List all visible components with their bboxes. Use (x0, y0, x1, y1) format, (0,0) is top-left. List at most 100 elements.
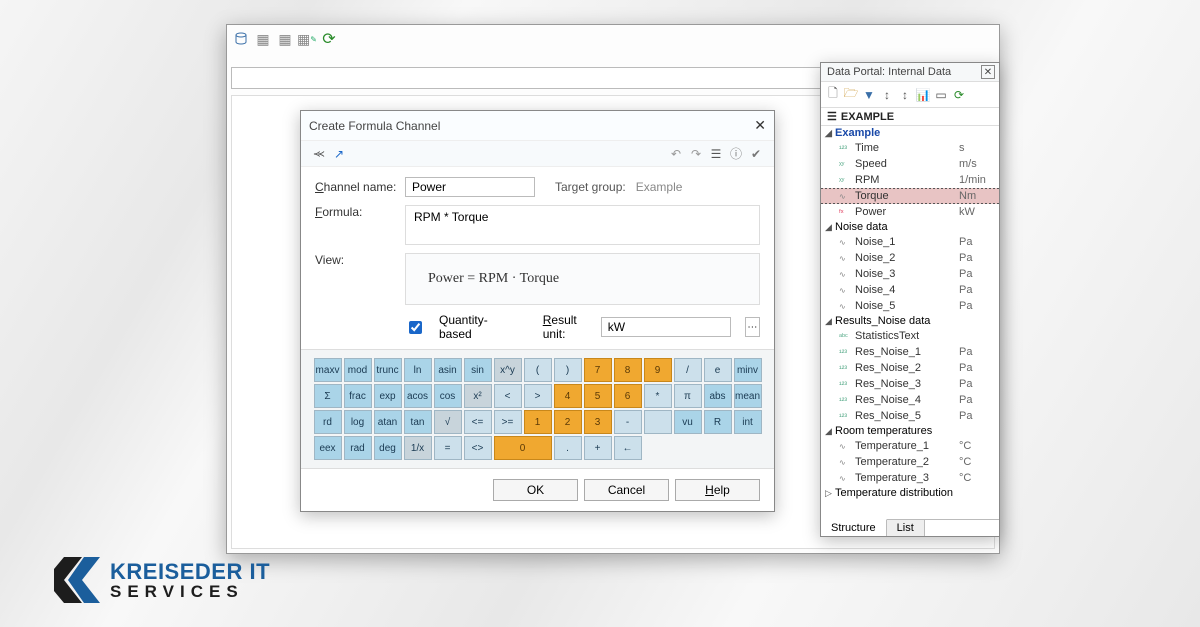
calc-key[interactable]: >= (494, 410, 522, 434)
open-external-icon[interactable]: ↗ (329, 147, 349, 161)
tree-channel[interactable]: ∿Temperature_2°C (821, 454, 999, 470)
calc-key[interactable]: 3 (584, 410, 612, 434)
calc-key[interactable]: Σ (314, 384, 342, 408)
tree-channel[interactable]: ∿Temperature_3°C (821, 470, 999, 486)
calc-key[interactable]: trunc (374, 358, 402, 382)
calc-key[interactable]: mean (734, 384, 762, 408)
tree-channel[interactable]: ∿Noise_5Pa (821, 298, 999, 314)
calc-key[interactable]: e (704, 358, 732, 382)
tree-channel[interactable]: ᵃᵇᶜStatisticsText (821, 328, 999, 344)
tree-group[interactable]: ◢Noise data (821, 220, 999, 234)
tree-group[interactable]: ◢Example (821, 126, 999, 140)
calc-key[interactable]: log (344, 410, 372, 434)
calc-key[interactable]: ← (614, 436, 642, 460)
grid1-icon[interactable]: ▦ (253, 29, 273, 49)
redo-icon[interactable]: ↷ (686, 147, 706, 161)
result-unit-input[interactable] (601, 317, 731, 337)
tree-channel[interactable]: ∿Temperature_1°C (821, 438, 999, 454)
channel-tree[interactable]: ◢Example¹²³TimesᵡʸSpeedm/sᵡʸRPM1/min∿Tor… (821, 126, 999, 519)
grid-edit-icon[interactable]: ▦✎ (297, 29, 317, 49)
calc-key[interactable]: R (704, 410, 732, 434)
calc-key[interactable]: rad (344, 436, 372, 460)
calc-key[interactable]: atan (374, 410, 402, 434)
new-icon[interactable]: 🗋 (825, 84, 841, 105)
tree-channel[interactable]: ᵡʸSpeedm/s (821, 156, 999, 172)
unit-browse-button[interactable]: ⋯ (745, 317, 760, 337)
calc-key[interactable]: 1/x (404, 436, 432, 460)
tree-channel[interactable]: ∿Noise_2Pa (821, 250, 999, 266)
calc-key[interactable] (644, 410, 672, 434)
calc-key[interactable]: . (554, 436, 582, 460)
calc-key[interactable]: tan (404, 410, 432, 434)
calc-key[interactable]: asin (434, 358, 462, 382)
calc-key[interactable]: + (584, 436, 612, 460)
tree-channel[interactable]: ∿Noise_1Pa (821, 234, 999, 250)
help-button[interactable]: Help (675, 479, 760, 501)
grid2-icon[interactable]: ▦ (275, 29, 295, 49)
calc-key[interactable]: cos (434, 384, 462, 408)
tree-channel[interactable]: ¹²³Res_Noise_1Pa (821, 344, 999, 360)
calc-key[interactable]: / (674, 358, 702, 382)
calc-key[interactable]: 4 (554, 384, 582, 408)
calc-key[interactable]: mod (344, 358, 372, 382)
search-input[interactable] (231, 67, 865, 89)
calc-key[interactable]: acos (404, 384, 432, 408)
tree-channel[interactable]: ᵡʸRPM1/min (821, 172, 999, 188)
tree-channel[interactable]: ¹²³Res_Noise_2Pa (821, 360, 999, 376)
calc-key[interactable]: abs (704, 384, 732, 408)
ok-button[interactable]: OK (493, 479, 578, 501)
tree-group[interactable]: ◢Results_Noise data (821, 314, 999, 328)
close-icon[interactable]: ✕ (754, 117, 766, 134)
calc-key[interactable]: exp (374, 384, 402, 408)
calc-key[interactable]: ln (404, 358, 432, 382)
formula-input[interactable]: RPM * Torque (405, 205, 760, 245)
tree-channel[interactable]: ∿Noise_3Pa (821, 266, 999, 282)
cancel-button[interactable]: Cancel (584, 479, 669, 501)
db-icon[interactable] (231, 29, 251, 49)
calc-key[interactable]: < (494, 384, 522, 408)
calc-key[interactable]: > (524, 384, 552, 408)
calc-key[interactable]: = (434, 436, 462, 460)
chart-icon[interactable]: 📊 (915, 88, 931, 102)
collapse-all-icon[interactable]: ⪻ (309, 146, 329, 161)
tree-channel[interactable]: ∿Noise_4Pa (821, 282, 999, 298)
info-icon[interactable]: ⓘ (726, 145, 746, 162)
tree-channel[interactable]: ∿TorqueNm (821, 188, 999, 204)
calc-key[interactable]: π (674, 384, 702, 408)
calc-key[interactable]: ( (524, 358, 552, 382)
calc-key[interactable]: 7 (584, 358, 612, 382)
refresh-portal-icon[interactable]: ⟳ (951, 88, 967, 102)
calc-key[interactable]: minv (734, 358, 762, 382)
open-icon[interactable]: 🗁 (843, 84, 859, 105)
tree-group[interactable]: ▷Temperature distribution (821, 486, 999, 500)
tree-channel[interactable]: ᶠˣPowerkW (821, 204, 999, 220)
calc-key[interactable]: sin (464, 358, 492, 382)
sort-desc-icon[interactable]: ↕ (897, 88, 913, 102)
portal-close-icon[interactable]: ✕ (981, 65, 995, 79)
calc-key[interactable]: vu (674, 410, 702, 434)
calc-key[interactable]: x^y (494, 358, 522, 382)
calc-key[interactable]: int (734, 410, 762, 434)
tree-channel[interactable]: ¹²³Res_Noise_5Pa (821, 408, 999, 424)
calc-key[interactable]: 9 (644, 358, 672, 382)
tab-structure[interactable]: Structure (821, 519, 887, 536)
filter-icon[interactable]: ▼ (861, 88, 877, 102)
calc-key[interactable]: deg (374, 436, 402, 460)
calc-key[interactable]: 6 (614, 384, 642, 408)
calc-key[interactable]: ) (554, 358, 582, 382)
table-icon[interactable]: ▭ (933, 88, 949, 102)
tree-channel[interactable]: ¹²³Res_Noise_3Pa (821, 376, 999, 392)
calc-key[interactable]: - (614, 410, 642, 434)
calc-key[interactable]: eex (314, 436, 342, 460)
calc-key[interactable]: 1 (524, 410, 552, 434)
tree-channel[interactable]: ¹²³Res_Noise_4Pa (821, 392, 999, 408)
portal-root-label[interactable]: ☰ EXAMPLE (821, 108, 999, 126)
calc-key[interactable]: maxv (314, 358, 342, 382)
calc-key[interactable]: x² (464, 384, 492, 408)
check-icon[interactable]: ✔ (746, 147, 766, 161)
calc-key[interactable]: rd (314, 410, 342, 434)
calc-key[interactable]: 0 (494, 436, 552, 460)
list-icon[interactable]: ☰ (706, 147, 726, 161)
quantity-based-checkbox[interactable] (409, 321, 422, 334)
calc-key[interactable]: √ (434, 410, 462, 434)
